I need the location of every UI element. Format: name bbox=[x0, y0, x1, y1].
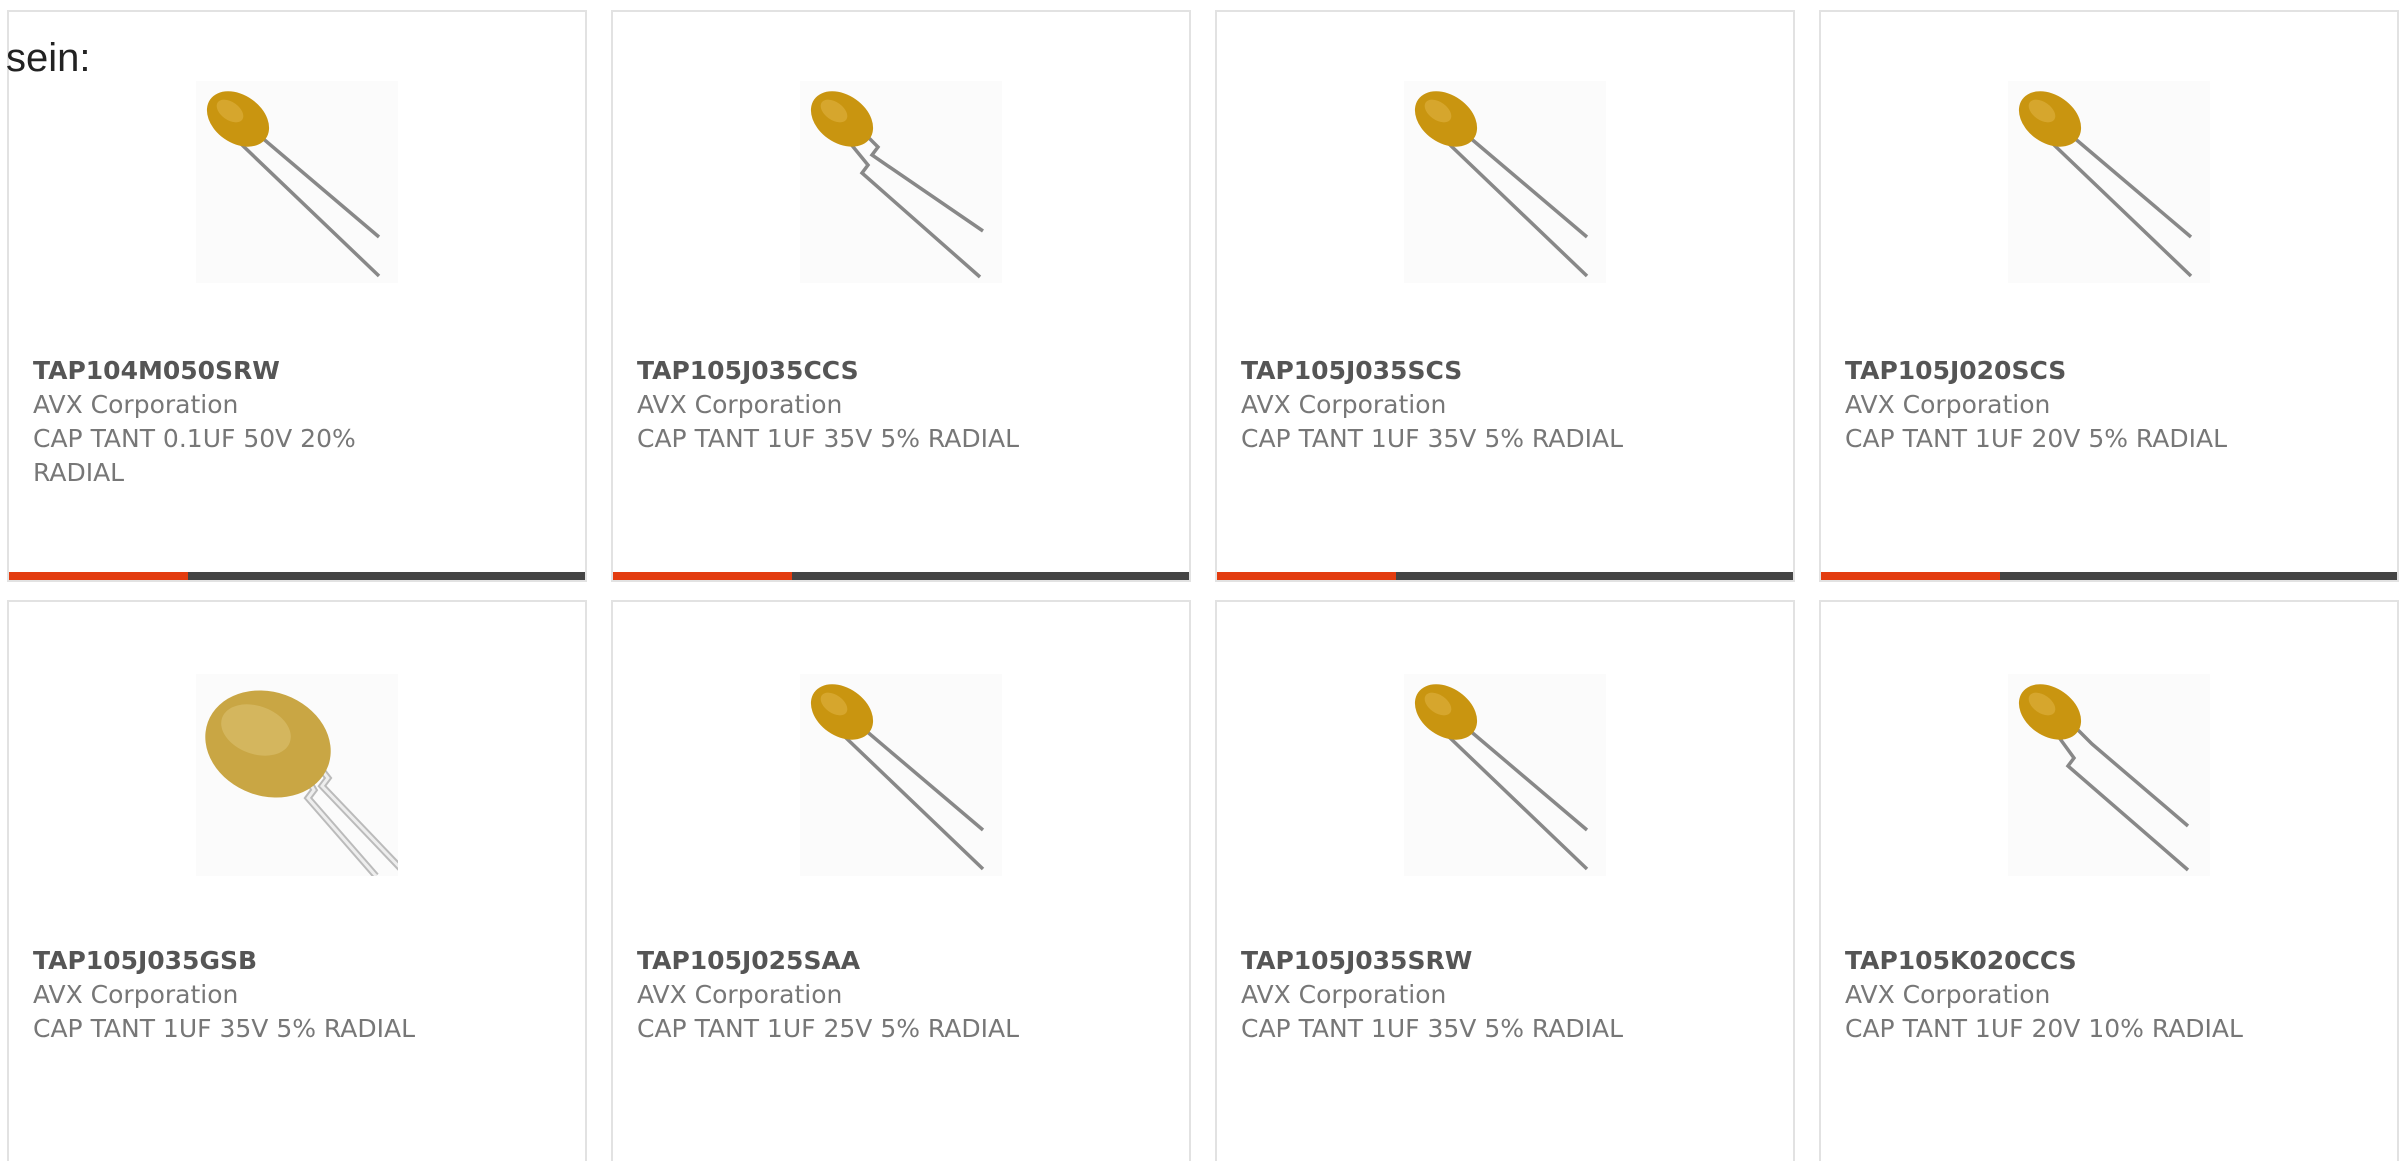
description: CAP TANT 0.1UF 50V 20% RADIAL bbox=[33, 424, 356, 487]
product-card[interactable]: TAP105J035GSB AVX Corporation CAP TANT 1… bbox=[7, 600, 587, 1161]
manufacturer: AVX Corporation bbox=[33, 390, 239, 419]
part-number-link[interactable]: TAP105J025SAA bbox=[637, 944, 1165, 978]
part-number-link[interactable]: TAP105J035CCS bbox=[637, 354, 1165, 388]
product-image[interactable] bbox=[1404, 81, 1606, 283]
part-number-link[interactable]: TAP105J035SCS bbox=[1241, 354, 1769, 388]
product-card[interactable]: TAP105J035SRW AVX Corporation CAP TANT 1… bbox=[1215, 600, 1795, 1161]
progress-bar-fill bbox=[1217, 572, 1396, 580]
product-image[interactable] bbox=[800, 81, 1002, 283]
capacitor-icon bbox=[1414, 91, 1589, 278]
part-number-link[interactable]: TAP105J020SCS bbox=[1845, 354, 2373, 388]
description: CAP TANT 1UF 20V 5% RADIAL bbox=[1845, 424, 2228, 453]
capacitor-icon bbox=[206, 91, 381, 278]
manufacturer: AVX Corporation bbox=[637, 390, 843, 419]
progress-bar bbox=[1821, 572, 2397, 580]
product-image[interactable] bbox=[196, 674, 398, 876]
part-number-link[interactable]: TAP105J035SRW bbox=[1241, 944, 1769, 978]
description: CAP TANT 1UF 35V 5% RADIAL bbox=[1241, 1014, 1624, 1043]
product-image[interactable] bbox=[800, 674, 1002, 876]
manufacturer: AVX Corporation bbox=[1241, 980, 1447, 1009]
description: CAP TANT 1UF 35V 5% RADIAL bbox=[637, 424, 1020, 453]
manufacturer: AVX Corporation bbox=[1845, 390, 2051, 419]
product-image[interactable] bbox=[2008, 81, 2210, 283]
description: CAP TANT 1UF 20V 10% RADIAL bbox=[1845, 1014, 2243, 1043]
intro-text: sein: bbox=[6, 36, 91, 80]
capacitor-icon bbox=[810, 91, 984, 279]
progress-bar-fill bbox=[613, 572, 792, 580]
capacitor-icon bbox=[2018, 684, 2190, 872]
product-image[interactable] bbox=[1404, 674, 1606, 876]
product-card[interactable]: TAP105K020CCS AVX Corporation CAP TANT 1… bbox=[1819, 600, 2399, 1161]
capacitor-icon bbox=[810, 684, 985, 871]
manufacturer: AVX Corporation bbox=[33, 980, 239, 1009]
progress-bar bbox=[9, 572, 585, 580]
product-card[interactable]: TAP104M050SRW AVX Corporation CAP TANT 0… bbox=[7, 10, 587, 582]
progress-bar bbox=[613, 572, 1189, 580]
progress-bar bbox=[1217, 572, 1793, 580]
progress-bar-fill bbox=[9, 572, 188, 580]
product-image[interactable] bbox=[196, 81, 398, 283]
part-number-link[interactable]: TAP105J035GSB bbox=[33, 944, 561, 978]
description: CAP TANT 1UF 35V 5% RADIAL bbox=[33, 1014, 416, 1043]
product-card[interactable]: TAP105J035SCS AVX Corporation CAP TANT 1… bbox=[1215, 10, 1795, 582]
product-card[interactable]: TAP105J020SCS AVX Corporation CAP TANT 1… bbox=[1819, 10, 2399, 582]
product-card[interactable]: TAP105J025SAA AVX Corporation CAP TANT 1… bbox=[611, 600, 1191, 1161]
manufacturer: AVX Corporation bbox=[637, 980, 843, 1009]
manufacturer: AVX Corporation bbox=[1241, 390, 1447, 419]
description: CAP TANT 1UF 25V 5% RADIAL bbox=[637, 1014, 1020, 1043]
part-number-link[interactable]: TAP105K020CCS bbox=[1845, 944, 2373, 978]
manufacturer: AVX Corporation bbox=[1845, 980, 2051, 1009]
product-image[interactable] bbox=[2008, 674, 2210, 876]
capacitor-icon bbox=[2018, 91, 2193, 278]
description: CAP TANT 1UF 35V 5% RADIAL bbox=[1241, 424, 1624, 453]
progress-bar-fill bbox=[1821, 572, 2000, 580]
capacitor-icon bbox=[205, 690, 398, 876]
product-card[interactable]: TAP105J035CCS AVX Corporation CAP TANT 1… bbox=[611, 10, 1191, 582]
capacitor-icon bbox=[1414, 684, 1589, 871]
part-number-link[interactable]: TAP104M050SRW bbox=[33, 354, 561, 388]
